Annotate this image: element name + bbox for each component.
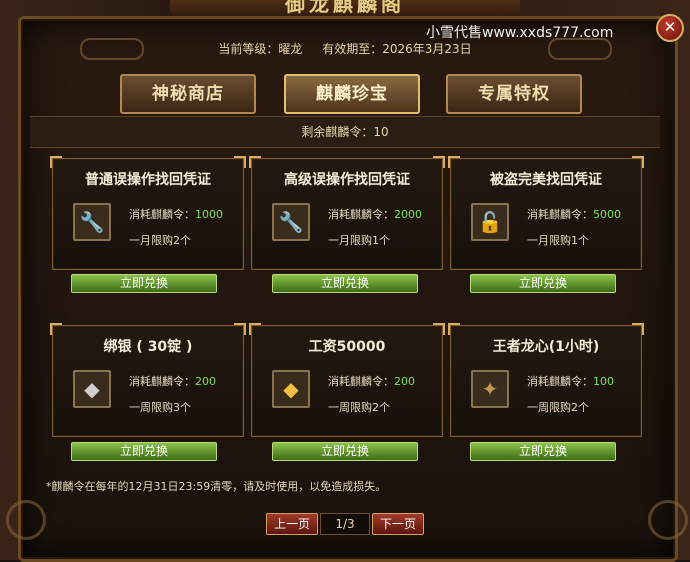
- item-title: 工资50000: [308, 339, 386, 355]
- item-cost: 消耗麒麟令：1000: [129, 208, 223, 221]
- header-info: 当前等级：曜龙 有效期至：2026年3月23日: [0, 40, 690, 57]
- wrench-icon: 🔧: [272, 203, 310, 241]
- redeem-button[interactable]: 立即兑换: [470, 442, 616, 461]
- item-cost: 消耗麒麟令：200: [129, 375, 216, 388]
- close-icon: ✕: [663, 18, 677, 36]
- item-limit: 一周限购2个: [527, 401, 589, 414]
- lock-icon: 🔓: [471, 203, 509, 241]
- redeem-button[interactable]: 立即兑换: [272, 274, 418, 293]
- item-limit: 一月限购1个: [527, 234, 589, 247]
- item-card: 普通误操作找回凭证 🔧 消耗麒麟令：1000 一月限购2个: [50, 156, 246, 270]
- corner-ornament-icon: [6, 500, 46, 540]
- tab-qilin-treasure[interactable]: 麒麟珍宝: [284, 74, 420, 114]
- current-level: 当前等级：曜龙: [218, 42, 303, 56]
- footnote: *麒麟令在每年的12月31日23:59清零，请及时使用，以免造成损失。: [46, 480, 387, 493]
- redeem-button[interactable]: 立即兑换: [71, 274, 217, 293]
- expiry-date: 有效期至：2026年3月23日: [322, 42, 472, 56]
- tab-mystery-shop[interactable]: 神秘商店: [120, 74, 256, 114]
- item-card: 绑银 ( 30锭 ) ◆ 消耗麒麟令：200 一周限购3个: [50, 323, 246, 437]
- item-card: 高级误操作找回凭证 🔧 消耗麒麟令：2000 一月限购1个: [249, 156, 445, 270]
- page-indicator: 1/3: [320, 513, 370, 535]
- redeem-button[interactable]: 立即兑换: [71, 442, 217, 461]
- item-limit: 一周限购3个: [129, 401, 191, 414]
- item-title: 绑银 ( 30锭 ): [103, 339, 193, 355]
- item-limit: 一周限购2个: [328, 401, 390, 414]
- gold-ingot-icon: ◆: [272, 370, 310, 408]
- redeem-button[interactable]: 立即兑换: [470, 274, 616, 293]
- item-card: 工资50000 ◆ 消耗麒麟令：200 一周限购2个: [249, 323, 445, 437]
- redeem-button[interactable]: 立即兑换: [272, 442, 418, 461]
- tab-bar: 神秘商店 麒麟珍宝 专属特权: [120, 74, 582, 114]
- wrench-icon: 🔧: [73, 203, 111, 241]
- dragon-head-icon: ✦: [471, 370, 509, 408]
- item-cost: 消耗麒麟令：200: [328, 375, 415, 388]
- item-cost: 消耗麒麟令：2000: [328, 208, 422, 221]
- item-card: 王者龙心(1小时) ✦ 消耗麒麟令：100 一周限购2个: [448, 323, 644, 437]
- item-card: 被盗完美找回凭证 🔓 消耗麒麟令：5000 一月限购1个: [448, 156, 644, 270]
- item-title: 被盗完美找回凭证: [490, 172, 602, 188]
- next-page-button[interactable]: 下一页: [372, 513, 424, 535]
- close-button[interactable]: ✕: [656, 14, 684, 42]
- item-title: 高级误操作找回凭证: [284, 172, 410, 188]
- tab-exclusive-privilege[interactable]: 专属特权: [446, 74, 582, 114]
- item-cost: 消耗麒麟令：100: [527, 375, 614, 388]
- silver-ingot-icon: ◆: [73, 370, 111, 408]
- corner-ornament-icon: [648, 500, 688, 540]
- item-title: 王者龙心(1小时): [492, 339, 600, 355]
- item-limit: 一月限购1个: [328, 234, 390, 247]
- item-cost: 消耗麒麟令：5000: [527, 208, 621, 221]
- remaining-tokens: 剩余麒麟令：10: [30, 116, 660, 148]
- prev-page-button[interactable]: 上一页: [266, 513, 318, 535]
- item-title: 普通误操作找回凭证: [85, 172, 211, 188]
- item-limit: 一月限购2个: [129, 234, 191, 247]
